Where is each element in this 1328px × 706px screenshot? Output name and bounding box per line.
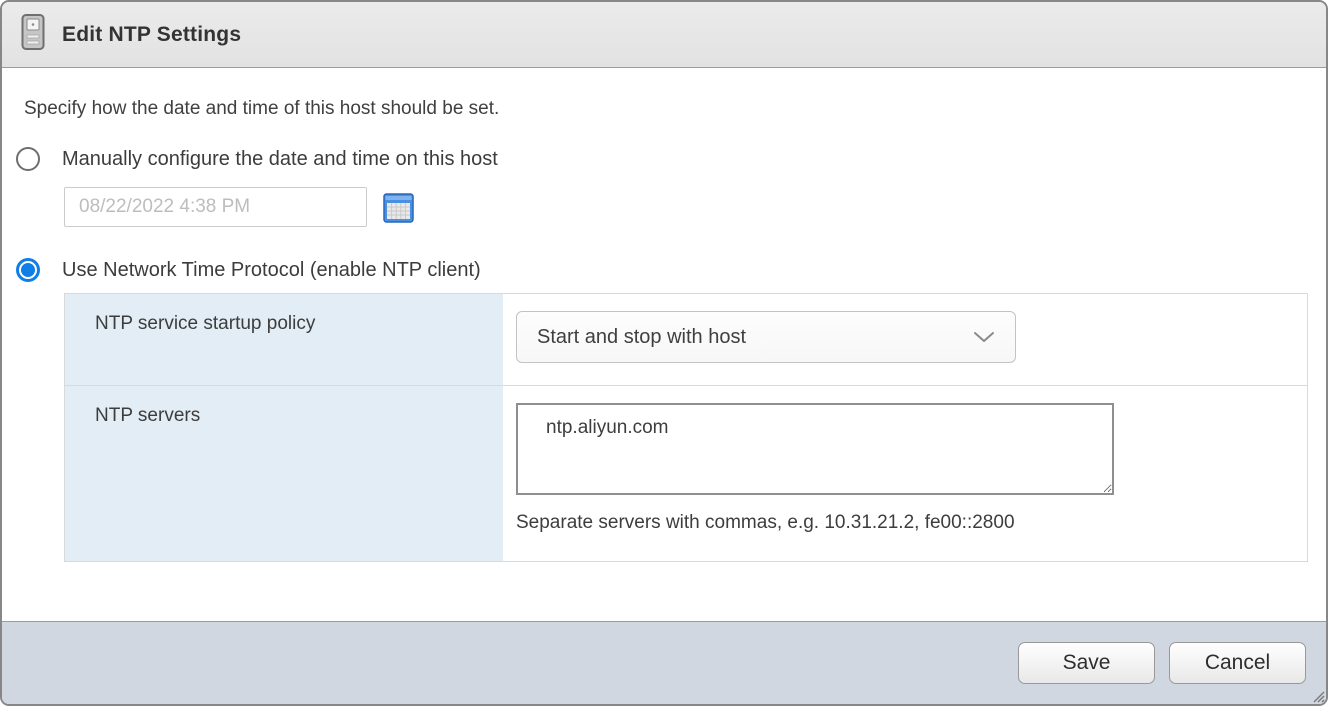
edit-ntp-settings-dialog: Edit NTP Settings Specify how the date a… — [0, 0, 1328, 706]
manual-datetime-row — [64, 187, 1326, 227]
startup-policy-selected-value: Start and stop with host — [537, 326, 746, 349]
dialog-titlebar: Edit NTP Settings — [2, 2, 1326, 68]
dialog-footer: Save Cancel — [2, 621, 1326, 704]
manual-option-row: Manually configure the date and time on … — [16, 147, 1326, 171]
ntp-option-row: Use Network Time Protocol (enable NTP cl… — [16, 258, 1326, 282]
chevron-down-icon — [973, 330, 995, 344]
ntp-radio-label: Use Network Time Protocol (enable NTP cl… — [62, 259, 481, 282]
dialog-title: Edit NTP Settings — [62, 23, 241, 47]
datetime-input[interactable] — [64, 187, 367, 227]
manual-radio[interactable] — [16, 147, 40, 171]
startup-policy-label: NTP service startup policy — [65, 294, 503, 386]
calendar-icon[interactable] — [383, 192, 414, 223]
cancel-button[interactable]: Cancel — [1169, 642, 1306, 684]
startup-policy-cell: Start and stop with host — [503, 294, 1307, 386]
ntp-servers-cell: ntp.aliyun.com Separate servers with com… — [503, 386, 1307, 561]
startup-policy-select[interactable]: Start and stop with host — [516, 311, 1016, 363]
host-server-icon — [18, 12, 48, 57]
ntp-servers-textarea[interactable]: ntp.aliyun.com — [516, 403, 1114, 495]
ntp-radio[interactable] — [16, 258, 40, 282]
manual-radio-label: Manually configure the date and time on … — [62, 148, 498, 171]
ntp-servers-label: NTP servers — [65, 386, 503, 561]
ntp-servers-hint: Separate servers with commas, e.g. 10.31… — [516, 512, 1307, 534]
ntp-settings-table: NTP service startup policy Start and sto… — [64, 293, 1308, 562]
intro-text: Specify how the date and time of this ho… — [24, 98, 1304, 120]
resize-grip-icon[interactable] — [1311, 689, 1325, 703]
save-button[interactable]: Save — [1018, 642, 1155, 684]
dialog-content: Specify how the date and time of this ho… — [2, 68, 1326, 621]
